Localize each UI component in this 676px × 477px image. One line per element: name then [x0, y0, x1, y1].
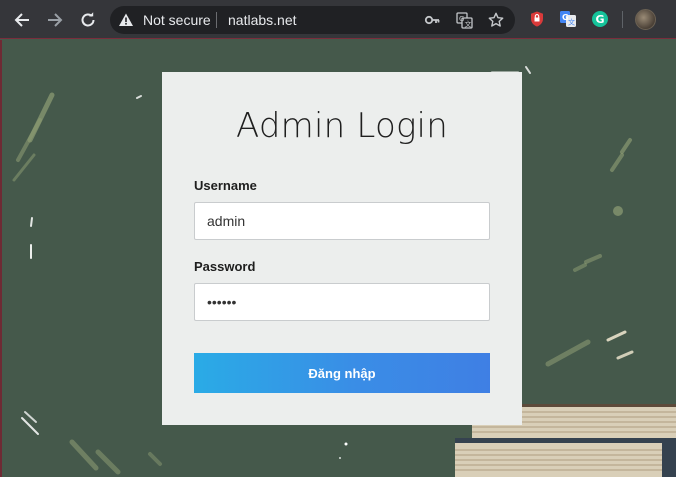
shield-extension-icon[interactable]	[528, 10, 546, 28]
url-text[interactable]: natlabs.net	[228, 12, 297, 28]
back-arrow-icon[interactable]	[10, 8, 34, 32]
svg-text:文: 文	[568, 18, 575, 27]
username-field[interactable]	[194, 202, 490, 240]
login-button[interactable]: Đăng nhập	[194, 353, 490, 393]
address-bar[interactable]: Not secure natlabs.net G文	[110, 6, 515, 34]
browser-toolbar: Not secure natlabs.net G文 G文 G	[0, 0, 676, 39]
profile-avatar[interactable]	[635, 9, 656, 30]
grammarly-icon[interactable]: G	[591, 10, 609, 28]
password-field[interactable]	[194, 283, 490, 321]
toolbar-divider	[622, 11, 623, 28]
star-icon[interactable]	[487, 11, 505, 29]
key-icon[interactable]	[423, 11, 441, 29]
svg-text:文: 文	[464, 19, 471, 28]
translate-icon[interactable]: G文	[455, 11, 473, 29]
page-title: Admin Login	[236, 106, 448, 146]
warning-icon[interactable]	[118, 12, 134, 28]
reload-icon[interactable]	[76, 8, 100, 32]
security-status[interactable]: Not secure	[143, 12, 211, 28]
svg-text:G: G	[595, 13, 604, 26]
google-translate-icon[interactable]: G文	[559, 10, 577, 28]
forward-arrow-icon[interactable]	[43, 8, 67, 32]
username-label: Username	[194, 178, 257, 193]
address-divider	[216, 12, 217, 28]
chalkboard-background: Admin Login Username Password Đăng nhập	[0, 40, 676, 477]
login-card: Admin Login Username Password Đăng nhập	[162, 72, 522, 425]
password-label: Password	[194, 259, 256, 274]
